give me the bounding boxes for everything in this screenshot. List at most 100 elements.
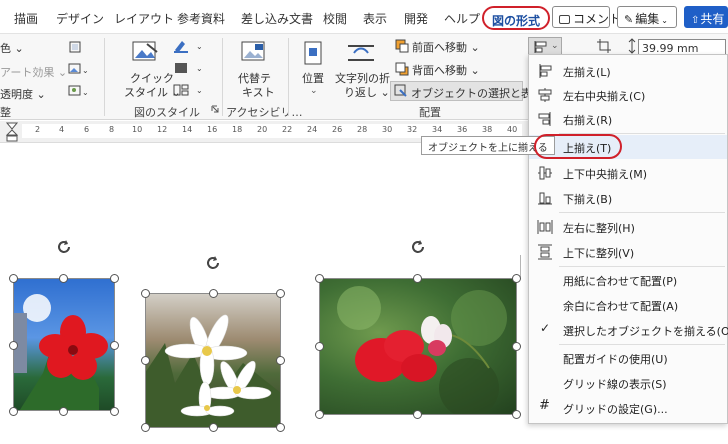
bring-forward-icon[interactable] [394,38,410,54]
resize-handle[interactable] [276,356,285,365]
edit-label: 編集 [635,12,660,26]
resize-handle[interactable] [209,289,218,298]
tab-picture-format[interactable]: 図の形式 [482,6,551,30]
rotate-handle-icon[interactable] [409,238,427,256]
bring-forward-button[interactable]: 前面へ移動 ⌄ [412,39,480,55]
picture-styles-group-label: 図のスタイル [134,106,200,119]
menu-item-align-center[interactable]: 左右中央揃え(C) [529,83,727,107]
edit-button[interactable]: ✎ 編集 ⌄ [617,6,677,28]
menu-item-label: 右揃え(R) [563,114,613,127]
share-button[interactable]: ⇧共有 [684,6,728,28]
tab-references[interactable]: 参考資料 [177,10,225,27]
menu-item-use-alignment-guides[interactable]: 配置ガイドの使用(U) [529,346,727,370]
resize-handle[interactable] [141,423,150,432]
resize-handle[interactable] [413,410,422,419]
menu-item-align-middle[interactable]: 上下中央揃え(M) [529,161,727,185]
tab-draw[interactable]: 描画 [14,10,38,27]
resize-handle[interactable] [9,341,18,350]
picture-effects-icon[interactable]: ⌄ [172,60,206,76]
align-left-icon [539,64,552,78]
menu-item-view-gridlines[interactable]: グリッド線の表示(S) [529,371,727,395]
align-left-icon [534,41,547,53]
chevron-down-icon: ⌄ [661,16,668,25]
resize-handle[interactable] [512,410,521,419]
tab-help[interactable]: ヘルプ [444,10,480,27]
dialog-launcher-icon[interactable] [210,104,220,114]
tab-view[interactable]: 表示 [363,10,387,27]
height-icon [628,38,636,54]
crop-icon[interactable] [596,38,612,54]
resize-handle[interactable] [110,341,119,350]
selection-frame [145,293,281,428]
margin-corner-mark [520,255,521,277]
send-backward-icon[interactable] [394,61,410,77]
align-right-icon [538,112,551,126]
picture-border-icon[interactable]: ⌄ [172,38,206,54]
resize-handle[interactable] [315,410,324,419]
menu-separator [559,266,725,267]
selection-frame [319,278,517,415]
resize-handle[interactable] [315,274,324,283]
menu-item-label: 左右中央揃え(C) [563,90,646,103]
resize-handle[interactable] [59,274,68,283]
reset-picture-icon[interactable]: ⌄ [68,84,88,98]
indent-marker-icon[interactable] [6,122,18,142]
comment-button[interactable]: コメント [552,6,621,28]
resize-handle[interactable] [141,289,150,298]
ribbon-tab-bar: 描画 デザイン レイアウト 参考資料 差し込み文書 校閲 表示 開発 ヘルプ 図… [0,0,728,34]
ruler-tick: 18 [232,125,243,134]
resize-handle[interactable] [110,274,119,283]
quick-styles-icon[interactable] [131,40,161,68]
resize-handle[interactable] [141,356,150,365]
alt-text-icon[interactable] [240,40,268,66]
resize-handle[interactable] [209,423,218,432]
rotate-handle-icon[interactable] [204,254,222,272]
resize-handle[interactable] [276,423,285,432]
resize-handle[interactable] [276,289,285,298]
transparency-button[interactable]: 透明度 ⌄ [0,86,46,102]
tab-review[interactable]: 校閲 [323,10,347,27]
color-button[interactable]: 色 ⌄ [0,40,24,56]
align-center-icon [538,88,552,102]
resize-handle[interactable] [9,274,18,283]
wrap-text-icon[interactable] [346,40,376,66]
menu-item-align-right[interactable]: 右揃え(R) [529,107,727,131]
menu-item-distribute-vertical[interactable]: 上下に整列(V) [529,240,727,264]
menu-item-align-left[interactable]: 左揃え(L) [529,59,727,83]
menu-item-align-to-page[interactable]: 用紙に合わせて配置(P) [529,268,727,292]
resize-handle[interactable] [9,407,18,416]
resize-handle[interactable] [413,274,422,283]
menu-item-align-bottom[interactable]: 下揃え(B) [529,186,727,210]
position-icon[interactable] [302,40,326,66]
send-backward-button[interactable]: 背面へ移動 ⌄ [412,62,480,78]
change-picture-icon[interactable]: ⌄ [68,62,88,76]
highlight-oval-align-top [534,134,622,159]
compress-pictures-icon[interactable] [68,40,82,54]
resize-handle[interactable] [59,407,68,416]
menu-item-align-to-margin[interactable]: 余白に合わせて配置(A) [529,293,727,317]
resize-handle[interactable] [315,342,324,351]
picture-layout-icon[interactable]: ⌄ [172,82,206,98]
tab-mailings[interactable]: 差し込み文書 [241,10,313,27]
arrange-group-label: 配置 [419,106,441,119]
rotate-handle-icon[interactable] [55,238,73,256]
menu-item-grid-settings[interactable]: # グリッドの設定(G)... [529,396,727,420]
ruler-tick: 30 [382,125,393,134]
menu-item-label: 配置ガイドの使用(U) [563,353,668,366]
selection-pane-button[interactable]: オブジェクトの選択と表示 [390,81,543,101]
tab-developer[interactable]: 開発 [404,10,428,27]
tab-design[interactable]: デザイン [56,10,104,27]
resize-handle[interactable] [512,274,521,283]
align-dropdown-menu: 左揃え(L) 左右中央揃え(C) 右揃え(R) 上揃え(T) 上下中央揃え(M)… [528,54,728,424]
resize-handle[interactable] [110,407,119,416]
chevron-down-icon: ⌄ [551,41,559,51]
menu-item-distribute-horizontal[interactable]: 左右に整列(H) [529,215,727,239]
menu-item-label: グリッドの設定(G)... [563,403,668,416]
tab-layout[interactable]: レイアウト [114,10,174,27]
resize-handle[interactable] [512,342,521,351]
distribute-horizontal-icon [537,220,553,234]
menu-item-align-selected-objects[interactable]: ✓ 選択したオブジェクトを揃える(O) [529,318,728,342]
comment-icon [559,15,570,24]
position-label[interactable]: 位置 [302,70,324,86]
art-effects-button[interactable]: アート効果 ⌄ [0,64,67,80]
